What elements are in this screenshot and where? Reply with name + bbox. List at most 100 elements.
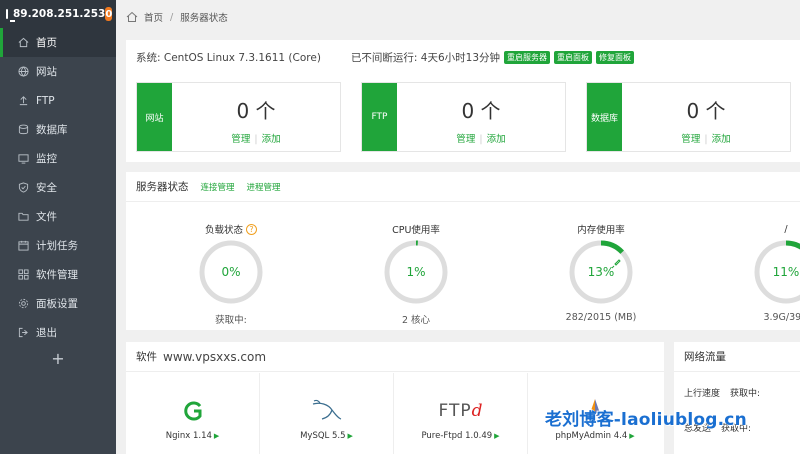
exit-icon bbox=[18, 327, 29, 338]
software-panel: 软件 www.vpsxxs.com Nginx 1.14 ▶ MySQL 5.5 ▶… bbox=[126, 342, 664, 454]
stat-card-database: 数据库 0 个 管理 | 添加 bbox=[586, 82, 791, 152]
breadcrumb-separator: / bbox=[170, 11, 174, 23]
sidebar-item-4[interactable]: 监控 bbox=[0, 144, 116, 173]
restart-panel-button[interactable]: 重启面板 bbox=[554, 51, 593, 64]
play-icon[interactable]: ▶ bbox=[494, 432, 499, 440]
stat-count: 0 个 bbox=[461, 99, 501, 123]
ftpd-icon: FTP d bbox=[438, 401, 483, 421]
gauge-ring: 11% bbox=[754, 240, 800, 304]
software-header: 软件 www.vpsxxs.com bbox=[126, 342, 664, 372]
grid-icon bbox=[18, 269, 29, 280]
sidebar-item-label: 文件 bbox=[36, 211, 57, 223]
sidebar-item-label: 数据库 bbox=[36, 124, 68, 136]
stat-tag: 数据库 bbox=[587, 83, 622, 151]
sidebar-item-label: 退出 bbox=[36, 327, 57, 339]
sidebar-item-9[interactable]: 面板设置 bbox=[0, 289, 116, 318]
add-link[interactable]: 添加 bbox=[487, 134, 506, 145]
network-title: 网络流量 bbox=[684, 351, 726, 363]
status-header: 服务器状态 连接管理 进程管理 bbox=[126, 172, 800, 202]
notification-badge[interactable]: 0 bbox=[105, 7, 113, 21]
upload-speed-value: 获取中: bbox=[730, 389, 761, 399]
server-ip-bar[interactable]: 89.208.251.253 0 bbox=[0, 0, 116, 28]
gauge-value: 11% bbox=[773, 265, 800, 279]
repair-panel-button[interactable]: 修复面板 bbox=[596, 51, 635, 64]
restart-server-button[interactable]: 重启服务器 bbox=[504, 51, 551, 64]
sidebar-item-7[interactable]: 计划任务 bbox=[0, 231, 116, 260]
software-name: Pure-Ftpd 1.0.49 bbox=[421, 431, 493, 441]
gauge-title: / bbox=[784, 223, 788, 235]
add-link[interactable]: 添加 bbox=[712, 134, 731, 145]
sidebar-item-label: 计划任务 bbox=[36, 240, 78, 252]
status-gauge-3[interactable]: / 11% 3.9G/39G bbox=[731, 222, 800, 323]
stat-card-ftp: FTP 0 个 管理 | 添加 bbox=[361, 82, 566, 152]
gauge-sub: 282/2015 (MB) bbox=[565, 312, 637, 323]
sidebar-item-10[interactable]: 退出 bbox=[0, 318, 116, 347]
monitor-icon bbox=[6, 9, 15, 22]
sidebar-item-8[interactable]: 软件管理 bbox=[0, 260, 116, 289]
manage-link[interactable]: 管理 bbox=[231, 134, 250, 145]
breadcrumb: 首页 / 服务器状态 bbox=[126, 6, 800, 28]
sidebar-item-label: FTP bbox=[36, 94, 55, 107]
stat-count: 0 个 bbox=[686, 99, 726, 123]
home-icon bbox=[18, 37, 29, 48]
breadcrumb-current: 服务器状态 bbox=[180, 13, 228, 24]
sidebar: 89.208.251.253 0 首页网站 FTP 数据库监控安全文件计划任务软件管… bbox=[0, 0, 116, 454]
gauge-title: 内存使用率 bbox=[577, 225, 625, 236]
system-info: 系统: CentOS Linux 7.3.1611 (Core) 已不间断运行:… bbox=[136, 50, 635, 65]
help-icon[interactable]: ? bbox=[246, 223, 257, 235]
process-manage-link[interactable]: 进程管理 bbox=[247, 181, 281, 193]
network-header: 网络流量 bbox=[674, 342, 800, 372]
database-icon bbox=[18, 124, 29, 135]
gauge-value: 13% bbox=[588, 265, 615, 279]
sidebar-item-6[interactable]: 文件 bbox=[0, 202, 116, 231]
sidebar-item-3[interactable]: 数据库 bbox=[0, 115, 116, 144]
sidebar-item-0[interactable]: 首页 bbox=[0, 28, 116, 57]
software-nginx[interactable]: Nginx 1.14 ▶ bbox=[126, 373, 260, 454]
add-link[interactable]: 添加 bbox=[262, 134, 281, 145]
status-gauge-0[interactable]: 负载状态? 0% 获取中: bbox=[176, 222, 286, 326]
server-status-panel: 服务器状态 连接管理 进程管理 负载状态? 0% 获取中: CPU使用率 1% 2 核心 内… bbox=[126, 172, 800, 330]
manage-link[interactable]: 管理 bbox=[681, 134, 700, 145]
gauge-ring: 1% bbox=[384, 240, 448, 304]
sidebar-item-5[interactable]: 安全 bbox=[0, 173, 116, 202]
sidebar-item-1[interactable]: 网站 bbox=[0, 57, 116, 86]
monitor-icon bbox=[18, 153, 29, 164]
main-content: 首页 / 服务器状态 系统: CentOS Linux 7.3.1611 (Co… bbox=[116, 0, 800, 454]
folder-icon bbox=[18, 211, 29, 222]
stat-card-website: 网站 0 个 管理 | 添加 bbox=[136, 82, 341, 152]
upload-speed-label: 上行速度 bbox=[684, 389, 721, 399]
network-panel: 网络流量 上行速度 获取中: 总发送 获取中: bbox=[674, 342, 800, 454]
sidebar-item-label: 面板设置 bbox=[36, 298, 78, 310]
status-gauge-2[interactable]: 内存使用率 13% 282/2015 (MB) bbox=[546, 222, 656, 323]
sidebar-item-label: 首页 bbox=[36, 37, 57, 49]
play-icon[interactable]: ▶ bbox=[629, 432, 634, 440]
gauge-sub: 获取中: bbox=[215, 315, 247, 326]
gauge-sub: 3.9G/39G bbox=[763, 312, 800, 323]
play-icon[interactable]: ▶ bbox=[214, 432, 219, 440]
software-name: phpMyAdmin 4.4 bbox=[555, 431, 628, 441]
add-menu-button[interactable]: + bbox=[0, 349, 116, 368]
sidebar-item-label: 软件管理 bbox=[36, 269, 78, 281]
status-title: 服务器状态 bbox=[136, 181, 189, 193]
nginx-icon bbox=[183, 401, 201, 421]
home-icon[interactable] bbox=[126, 11, 138, 23]
play-icon[interactable]: ▶ bbox=[348, 432, 353, 440]
manage-link[interactable]: 管理 bbox=[456, 134, 475, 145]
sidebar-nav: 首页网站 FTP 数据库监控安全文件计划任务软件管理面板设置退出 bbox=[0, 28, 116, 347]
stat-tag: FTP bbox=[362, 83, 397, 151]
software-name: Nginx 1.14 bbox=[165, 431, 212, 441]
stat-tag: 网站 bbox=[137, 83, 172, 151]
upload-icon bbox=[18, 95, 29, 106]
status-gauge-1[interactable]: CPU使用率 1% 2 核心 bbox=[361, 222, 471, 326]
gauge-title: CPU使用率 bbox=[392, 225, 440, 236]
uptime-info: 已不间断运行: 4天6小时13分钟 bbox=[350, 52, 501, 64]
software-mysql[interactable]: MySQL 5.5 ▶ bbox=[260, 373, 394, 454]
gauge-ring: 13% bbox=[569, 240, 633, 304]
breadcrumb-home[interactable]: 首页 bbox=[144, 10, 163, 24]
calendar-icon bbox=[18, 240, 29, 251]
software-pureftpd[interactable]: FTP d Pure-Ftpd 1.0.49 ▶ bbox=[394, 373, 528, 454]
sidebar-item-2[interactable]: FTP bbox=[0, 86, 116, 115]
gauge-value: 0% bbox=[221, 265, 240, 279]
sidebar-item-label: 安全 bbox=[36, 182, 57, 194]
connection-manage-link[interactable]: 连接管理 bbox=[201, 181, 235, 193]
